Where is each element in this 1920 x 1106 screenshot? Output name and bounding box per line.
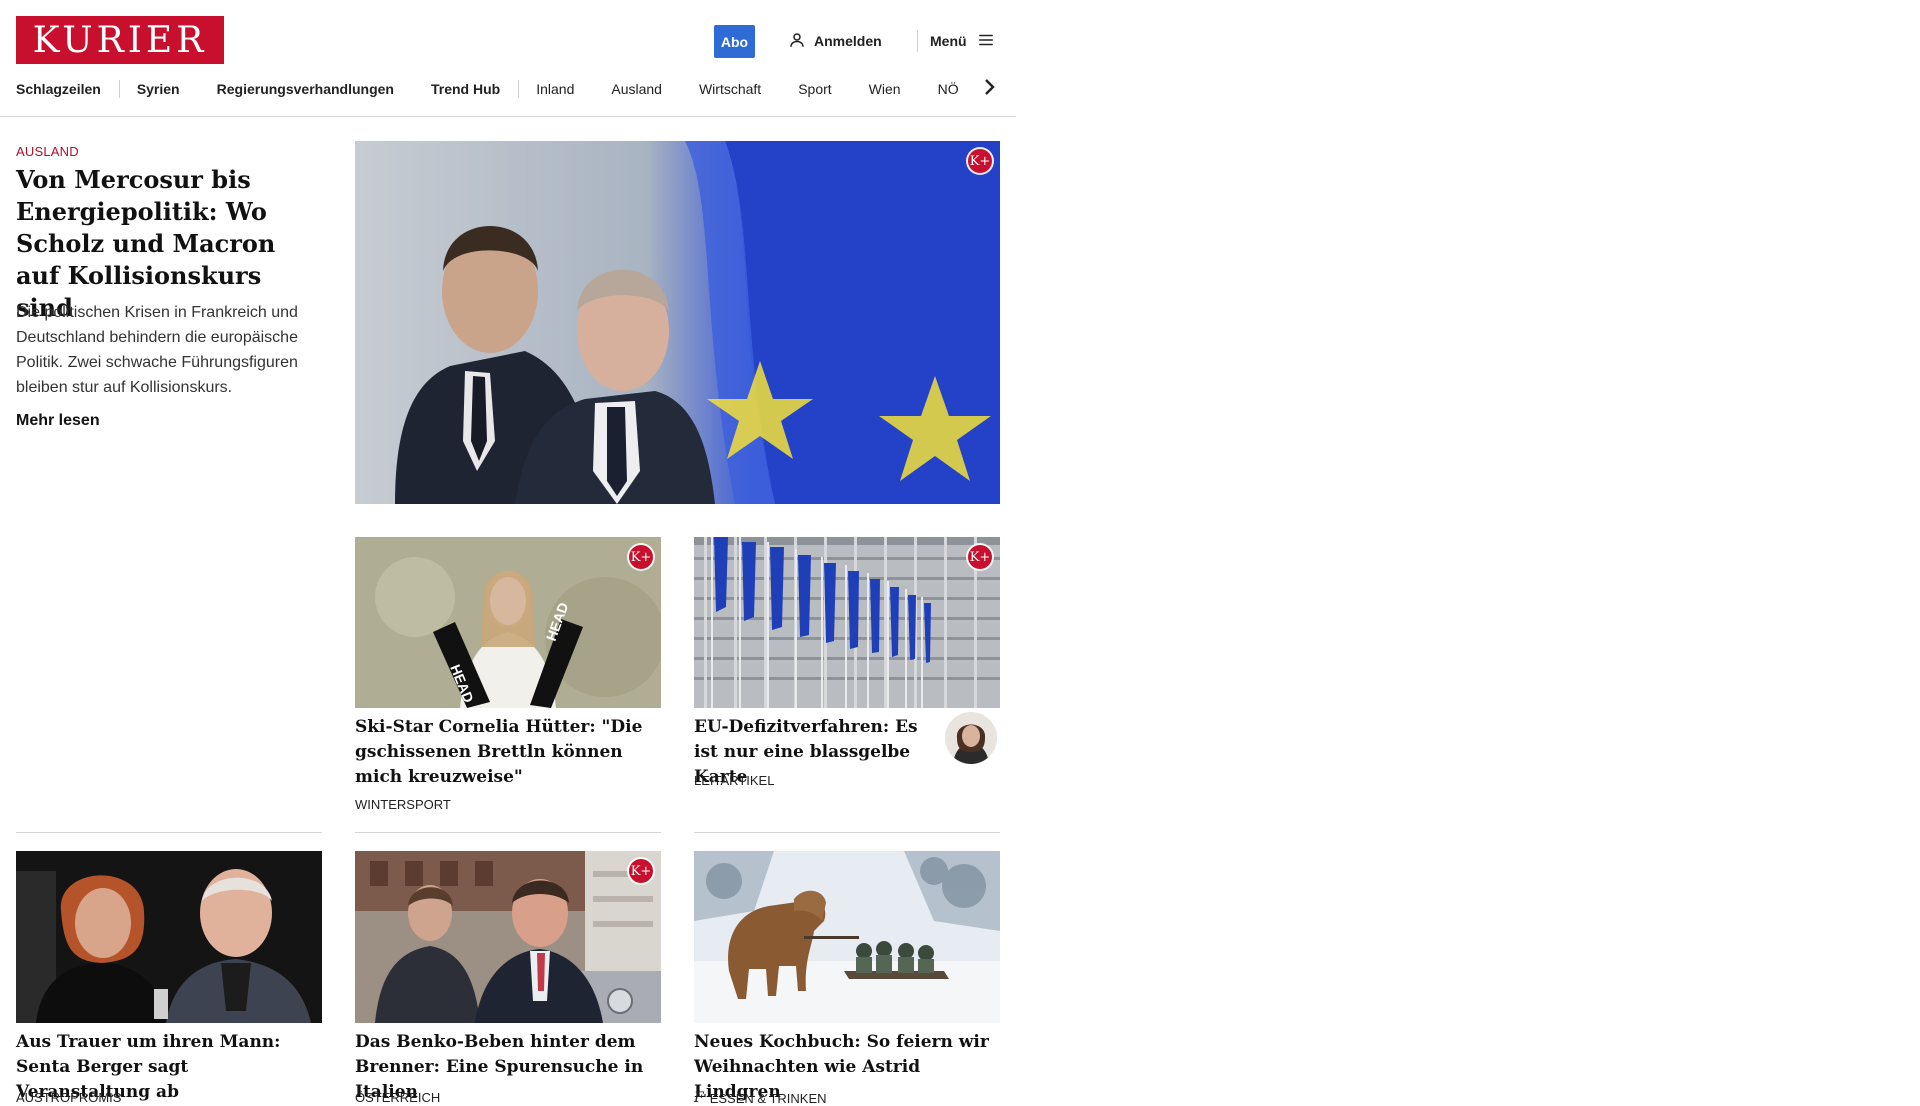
login-label: Anmelden <box>814 33 882 49</box>
lead-kicker[interactable]: AUSLAND <box>16 144 79 159</box>
nav-separator <box>118 80 120 98</box>
nav-item-regierungsverhandlungen[interactable]: Regierungsverhandlungen <box>217 81 394 97</box>
divider <box>694 832 1000 833</box>
card-image-sleigh[interactable] <box>694 851 1000 1023</box>
nav-item-ausland[interactable]: Ausland <box>611 81 662 97</box>
nav-item-wien[interactable]: Wien <box>869 81 901 97</box>
divider <box>16 832 322 833</box>
nav-scroll-right-button[interactable] <box>978 76 1000 102</box>
read-more-link[interactable]: Mehr lesen <box>16 412 100 430</box>
premium-badge: K+ <box>968 545 992 569</box>
nav-item-inland[interactable]: Inland <box>536 81 574 97</box>
card-image-eu-flags[interactable]: K+ <box>694 537 1000 708</box>
card-kicker[interactable]: AUSTROPROMIS <box>16 1090 121 1105</box>
nav-separator <box>518 80 520 98</box>
card-image-senta-berger[interactable] <box>16 851 322 1023</box>
section-nav: Schlagzeilen Syrien Regierungsverhandlun… <box>16 78 996 100</box>
lead-teaser: Die politischen Krisen in Frankreich und… <box>16 304 298 396</box>
nav-item-syrien[interactable]: Syrien <box>137 81 180 97</box>
nav-item-wirtschaft[interactable]: Wirtschaft <box>699 81 761 97</box>
nav-item-schlagzeilen[interactable]: Schlagzeilen <box>16 81 101 97</box>
card-kicker[interactable]: ÖSTERREICH <box>355 1090 440 1105</box>
nav-item-trend-hub[interactable]: Trend Hub <box>431 81 500 97</box>
card-image-benko[interactable]: K+ <box>355 851 661 1023</box>
card-kicker[interactable]: f ESSEN & TRINKEN <box>694 1090 827 1106</box>
premium-badge: K+ <box>629 859 653 883</box>
header-divider <box>917 30 918 52</box>
chevron-right-icon <box>982 77 996 102</box>
abo-button[interactable]: Abo <box>714 25 755 58</box>
menu-label: Menü <box>930 33 967 49</box>
user-icon <box>788 31 806 52</box>
card-kicker-label: ESSEN & TRINKEN <box>709 1090 827 1106</box>
site-header: KURIER Abo Anmelden Menü Schlagzeilen Sy… <box>0 0 1016 117</box>
card-kicker[interactable]: WINTERSPORT <box>355 797 451 812</box>
premium-badge: K+ <box>629 545 653 569</box>
lead-image[interactable]: K+ <box>355 141 1000 504</box>
kurier-logo[interactable]: KURIER <box>16 16 224 64</box>
login-button[interactable]: Anmelden <box>788 30 882 52</box>
card-kicker[interactable]: LEITARTIKEL <box>694 773 774 788</box>
author-avatar <box>945 712 997 764</box>
divider <box>355 832 661 833</box>
nav-item-noe[interactable]: NÖ <box>938 81 959 97</box>
nav-item-sport[interactable]: Sport <box>798 81 831 97</box>
menu-button[interactable]: Menü <box>930 30 995 52</box>
premium-badge: K+ <box>968 149 992 173</box>
falstaff-icon: f <box>694 1090 704 1106</box>
card-image-huetter[interactable]: HEAD HEAD K+ <box>355 537 661 708</box>
card-headline[interactable]: Ski-Star Cornelia Hütter: "Die gschissen… <box>355 715 661 790</box>
hamburger-icon <box>977 31 995 52</box>
